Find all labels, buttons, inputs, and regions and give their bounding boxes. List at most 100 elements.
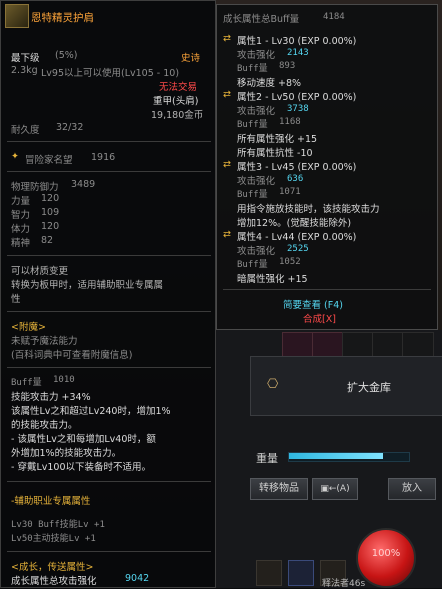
buff-value: 1010	[53, 375, 75, 385]
divider	[7, 311, 211, 312]
attr-buff-label: Buff量	[237, 64, 268, 74]
synthesis-link[interactable]: 合成[X]	[303, 311, 336, 325]
fame-label: 冒险家名望	[25, 155, 73, 166]
convert-title: 可以材质变更	[11, 266, 69, 277]
attr-name: 属性4 - Lv44 (EXP 0.00%)	[237, 232, 357, 243]
divider	[223, 289, 431, 290]
desc-line: 该属性Lv之和超过Lv240时，增加1%	[11, 406, 171, 417]
attr-buff-label: Buff量	[237, 190, 268, 200]
stat-value: 3489	[71, 179, 96, 190]
durability-value: 32/32	[56, 122, 84, 133]
simple-view-link[interactable]: 简要查看 (F4)	[283, 297, 343, 311]
item-price: 19,180金币	[151, 110, 204, 121]
chest-icon: ⎔	[267, 377, 279, 392]
convert-desc-2: 性	[11, 294, 21, 305]
desc-line: 的技能攻击力。	[11, 420, 78, 431]
item-name: 恩特精灵护肩	[31, 12, 94, 24]
attr-name: 属性2 - Lv50 (EXP 0.00%)	[237, 92, 357, 103]
trade-status: 无法交易	[159, 82, 198, 93]
attr-effect: 增加12%。(觉醒技能除外)	[237, 218, 352, 229]
attr-attack-value: 636	[287, 174, 304, 184]
attr-attack-value: 2525	[287, 244, 309, 254]
skill-attack-bonus: 技能攻击力 +34%	[11, 392, 91, 403]
stat-label: 力量	[11, 196, 31, 207]
attr-name: 属性3 - Lv45 (EXP 0.00%)	[237, 162, 357, 173]
sort-icon: ▣←	[320, 484, 337, 494]
stat-value: 120	[41, 193, 60, 204]
shuffle-icon: ⇄	[223, 33, 231, 44]
support-line: Lv50主动技能Lv +1	[11, 534, 96, 544]
enchant-status: 未赋予魔法能力	[11, 336, 78, 347]
attr-attack-value: 2143	[287, 48, 309, 58]
stat-value: 82	[41, 235, 54, 246]
durability-label: 耐久度	[11, 125, 40, 136]
growth-line: 成长属性总攻击强化	[11, 576, 97, 587]
buff-tooltip-title: 成长属性总Buff量	[223, 14, 300, 25]
divider	[7, 481, 211, 482]
attr-buff-value: 1071	[279, 187, 301, 197]
desc-line: - 穿戴Lv100以下装备时不适用。	[11, 462, 151, 473]
stat-value: 109	[41, 207, 60, 218]
quickslot[interactable]	[288, 560, 314, 586]
divider	[7, 171, 211, 172]
weight-label: 重量	[256, 452, 278, 465]
quickslot[interactable]	[256, 560, 282, 586]
attr-effect: 用指令施放技能时，该技能攻击力	[237, 204, 380, 215]
enchant-hint: (百科词典中可查看附魔信息)	[11, 350, 133, 361]
stat-label: 物理防御力	[11, 182, 59, 193]
attr-effect: 所有属性抗性 -10	[237, 148, 313, 159]
divider	[7, 367, 211, 368]
stat-label: 体力	[11, 224, 31, 235]
convert-desc: 转换为板甲时，适用辅助职业专属属	[11, 280, 164, 291]
fame-value: 1916	[91, 152, 116, 163]
item-grade: 最下级	[11, 53, 40, 64]
buff-tooltip-total: 4184	[323, 12, 345, 22]
growth-value: 9042	[125, 573, 150, 584]
item-level-req: Lv95以上可以使用(Lv105 - 10)	[41, 68, 180, 79]
desc-line: 外增加1%的技能攻击力。	[11, 448, 122, 459]
divider	[7, 551, 211, 552]
expand-storage-label: 扩大金库	[347, 381, 391, 394]
attr-attack-label: 攻击强化	[237, 176, 276, 187]
attr-effect: 移动速度 +8%	[237, 78, 302, 89]
attr-attack-label: 攻击强化	[237, 246, 276, 257]
item-weight: 2.3kg	[11, 65, 38, 76]
attr-effect: 暗属性强化 +15	[237, 274, 308, 285]
bottom-status-text: 释法者46s	[322, 579, 366, 589]
item-grade-pct: (5%)	[55, 50, 78, 61]
attr-buff-value: 1168	[279, 117, 301, 127]
stat-value: 120	[41, 221, 60, 232]
item-type: 重甲(头肩)	[153, 96, 199, 107]
item-rarity: 史诗	[181, 53, 201, 64]
expand-storage-box[interactable]: ⎔ 扩大金库	[250, 356, 442, 416]
enchant-title: <附魔>	[11, 322, 46, 333]
put-in-button[interactable]: 放入	[388, 478, 436, 500]
attr-buff-label: Buff量	[237, 260, 268, 270]
desc-line: - 该属性Lv之和每增加Lv40时，额	[11, 434, 156, 445]
hp-percent: 100%	[371, 548, 401, 559]
attr-name: 属性1 - Lv30 (EXP 0.00%)	[237, 36, 357, 47]
attr-attack-label: 攻击强化	[237, 106, 276, 117]
shuffle-icon: ⇄	[223, 229, 231, 240]
fame-icon: ✦	[11, 151, 19, 162]
item-tooltip: 恩特精灵护肩 最下级 (5%) 史诗 2.3kg Lv95以上可以使用(Lv10…	[0, 0, 216, 588]
stat-label: 精神	[11, 238, 31, 249]
attr-buff-value: 893	[279, 61, 296, 71]
weight-bar-fill	[289, 453, 383, 459]
support-line: Lv30 Buff技能Lv +1	[11, 520, 105, 530]
growth-title: <成长，传送属性>	[11, 562, 94, 573]
divider	[7, 141, 211, 142]
transfer-items-button[interactable]: 转移物品	[250, 478, 308, 500]
growth-buff-tooltip: 成长属性总Buff量 4184 ⇄ 属性1 - Lv30 (EXP 0.00%)…	[216, 4, 438, 330]
shuffle-icon: ⇄	[223, 89, 231, 100]
buff-label: Buff量	[11, 378, 42, 388]
attr-attack-label: 攻击强化	[237, 50, 276, 61]
attr-effect: 所有属性强化 +15	[237, 134, 318, 145]
attr-buff-value: 1052	[279, 257, 301, 267]
shuffle-icon: ⇄	[223, 159, 231, 170]
divider	[7, 255, 211, 256]
attr-attack-value: 3738	[287, 104, 309, 114]
stat-label: 智力	[11, 210, 31, 221]
auto-sort-button[interactable]: ▣←(A)	[312, 478, 358, 500]
item-icon	[5, 4, 29, 28]
